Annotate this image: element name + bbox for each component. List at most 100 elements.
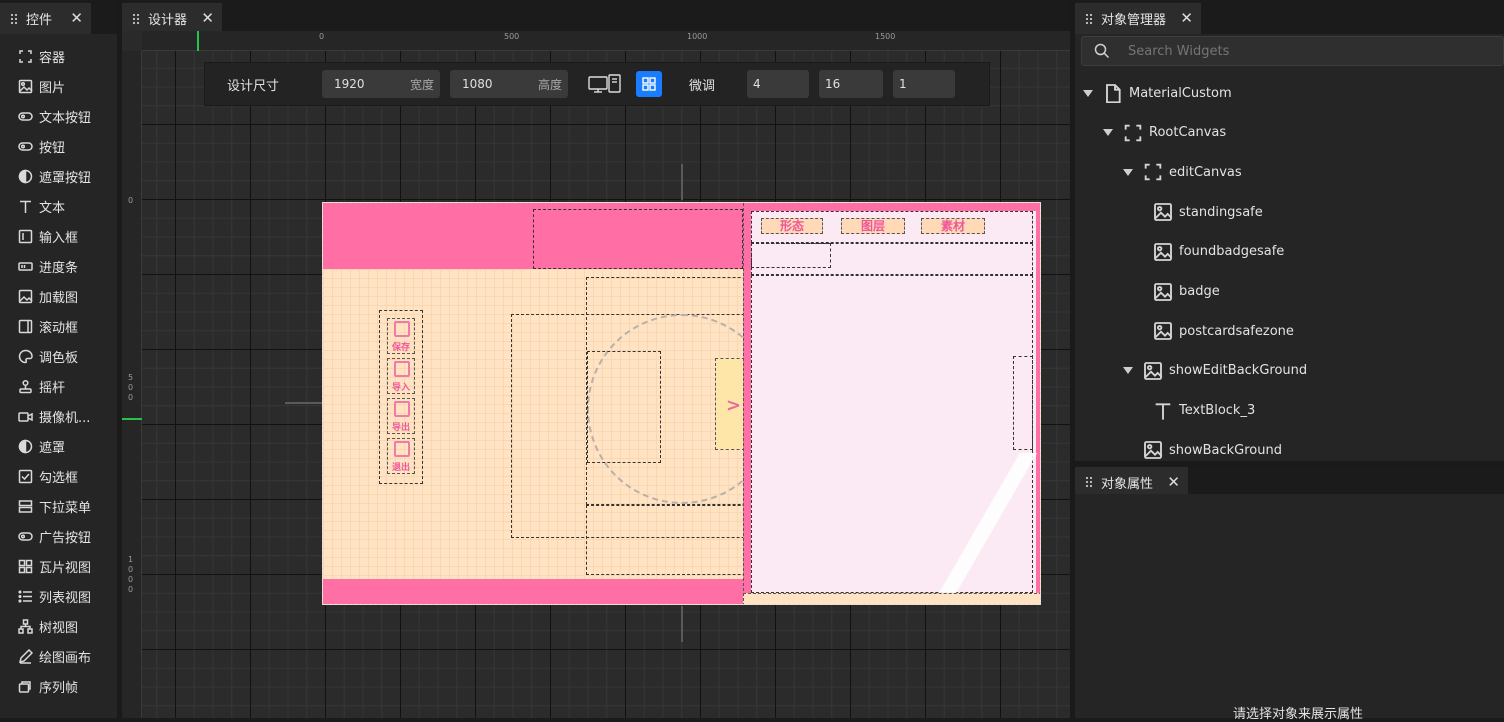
- tree-node[interactable]: editCanvas: [1123, 162, 1242, 182]
- widget-item[interactable]: 广告按钮: [0, 521, 117, 551]
- ruler-top: 0 500 1000 1500: [142, 31, 1070, 51]
- widget-item[interactable]: 容器: [0, 41, 117, 71]
- widget-label: 按钮: [39, 140, 66, 156]
- widget-item[interactable]: 遮罩: [0, 431, 117, 461]
- widget-label: 列表视图: [39, 590, 92, 606]
- widget-item[interactable]: 勾选框: [0, 461, 117, 491]
- ui-canvas-preview[interactable]: > 保存导入导出退出 形态 图层 素材: [322, 202, 1041, 605]
- tree-node[interactable]: badge: [1153, 282, 1220, 302]
- palette-icon: [18, 349, 33, 363]
- widget-item[interactable]: 加载图: [0, 281, 117, 311]
- tree-node[interactable]: showBackGround: [1123, 440, 1282, 460]
- expand-caret-icon[interactable]: [1123, 168, 1133, 176]
- expand-caret-icon[interactable]: [1103, 129, 1113, 137]
- decoration-stroke: [933, 453, 1040, 593]
- drag-handle-icon[interactable]: [132, 12, 140, 25]
- fine-tune-value: 4: [753, 77, 761, 91]
- side-button[interactable]: 退出: [387, 438, 415, 474]
- ruler-left-label: 1 0 0 0: [128, 555, 134, 594]
- widget-label: 绘图画布: [39, 650, 92, 666]
- tree-node[interactable]: postcardsafezone: [1153, 321, 1294, 341]
- tree-node[interactable]: MaterialCustom: [1083, 83, 1232, 103]
- container-icon: [1144, 164, 1162, 181]
- fine-tune-input-2[interactable]: 16: [819, 70, 883, 98]
- tree-node-label: postcardsafezone: [1179, 323, 1294, 339]
- expand-caret-icon[interactable]: [1083, 89, 1093, 97]
- widget-item[interactable]: 摄像机...: [0, 401, 117, 431]
- ruler-top-label: 1500: [875, 32, 896, 41]
- edit-panel-scrollbar[interactable]: [745, 209, 750, 475]
- widget-label: 遮罩: [39, 440, 66, 456]
- object-manager-title: 对象管理器: [1101, 13, 1167, 28]
- device-preview-icon[interactable]: [588, 73, 622, 95]
- collapse-handle[interactable]: >: [715, 358, 745, 450]
- widget-label: 瓦片视图: [39, 560, 92, 576]
- height-input[interactable]: 1080 高度: [450, 70, 568, 98]
- drag-handle-icon[interactable]: [1085, 12, 1093, 25]
- widget-item[interactable]: 序列帧: [0, 671, 117, 701]
- side-button[interactable]: 导出: [387, 398, 415, 434]
- expand-caret-icon[interactable]: [1123, 367, 1133, 375]
- widget-item[interactable]: 瓦片视图: [0, 551, 117, 581]
- placeholder-box: [533, 209, 743, 269]
- widget-item[interactable]: 进度条: [0, 251, 117, 281]
- widget-item[interactable]: 摇杆: [0, 371, 117, 401]
- search-input[interactable]: [1128, 43, 1468, 59]
- width-input[interactable]: 1920 宽度: [322, 70, 440, 98]
- canvas-tab[interactable]: 形态: [761, 218, 823, 234]
- grid-toggle-button[interactable]: [636, 71, 662, 97]
- width-unit: 宽度: [409, 77, 434, 92]
- widget-item[interactable]: 图片: [0, 71, 117, 101]
- edit-panel-footer: [743, 593, 1040, 604]
- widget-item[interactable]: 滚动框: [0, 311, 117, 341]
- designer-tab[interactable]: 设计器 ✕: [122, 3, 222, 34]
- widget-label: 滚动框: [39, 320, 79, 336]
- widget-label: 文本: [39, 200, 66, 216]
- canvas-tab[interactable]: 图层: [841, 218, 905, 234]
- side-button-icon: [394, 361, 410, 377]
- search-icon: [1094, 43, 1110, 59]
- widget-item[interactable]: 文本: [0, 191, 117, 221]
- widget-item[interactable]: 列表视图: [0, 581, 117, 611]
- tree-node[interactable]: standingsafe: [1153, 202, 1263, 222]
- sequence-frame-icon: [18, 680, 31, 693]
- widget-item[interactable]: 按钮: [0, 131, 117, 161]
- checkbox-icon: [18, 469, 33, 483]
- tree-node[interactable]: RootCanvas: [1103, 123, 1226, 143]
- ruler-left-label: 0: [128, 196, 134, 205]
- designer-title: 设计器: [148, 13, 188, 28]
- widget-item[interactable]: 绘图画布: [0, 641, 117, 671]
- fine-tune-input-3[interactable]: 1: [893, 70, 955, 98]
- object-manager-tab[interactable]: 对象管理器 ✕: [1075, 3, 1201, 34]
- widget-list: 容器 图片 文本按钮按钮遮罩按钮文本输入框 进度条 加载图滚动框调色板 摇杆 摄像机... 遮…: [0, 34, 117, 701]
- close-icon[interactable]: ✕: [201, 11, 214, 26]
- close-icon[interactable]: ✕: [1167, 474, 1180, 490]
- widget-item[interactable]: 下拉菜单: [0, 491, 117, 521]
- text-button-icon: [18, 111, 33, 121]
- side-button[interactable]: 导入: [387, 358, 415, 394]
- text-icon: [1155, 402, 1171, 420]
- properties-tab[interactable]: 对象属性 ✕: [1075, 467, 1188, 497]
- canvas-tab[interactable]: 素材: [921, 218, 985, 234]
- drag-handle-icon[interactable]: [10, 12, 18, 25]
- drag-handle-icon[interactable]: [1085, 476, 1093, 488]
- widget-item[interactable]: 树视图: [0, 611, 117, 641]
- search-box[interactable]: [1081, 36, 1504, 66]
- ruler-top-label: 500: [504, 32, 520, 41]
- fine-tune-input-1[interactable]: 4: [747, 70, 809, 98]
- tree-node[interactable]: TextBlock_3: [1153, 401, 1255, 421]
- dropdown-icon: [18, 499, 33, 513]
- widget-item[interactable]: 输入框: [0, 221, 117, 251]
- widget-item[interactable]: 调色板: [0, 341, 117, 371]
- tree-node[interactable]: showEditBackGround: [1123, 361, 1307, 381]
- placeholder-box: [1013, 356, 1033, 450]
- side-button[interactable]: 保存: [387, 318, 415, 354]
- widgets-panel-tab[interactable]: 控件 ✕: [0, 3, 91, 34]
- widget-item[interactable]: 遮罩按钮: [0, 161, 117, 191]
- close-icon[interactable]: ✕: [70, 11, 83, 26]
- ruler-left: 0 5 0 0 1 0 0 0: [122, 51, 142, 718]
- close-icon[interactable]: ✕: [1180, 11, 1193, 26]
- ruler-left-label: 5 0 0: [128, 373, 134, 402]
- tree-node[interactable]: foundbadgesafe: [1153, 242, 1284, 262]
- widget-item[interactable]: 文本按钮: [0, 101, 117, 131]
